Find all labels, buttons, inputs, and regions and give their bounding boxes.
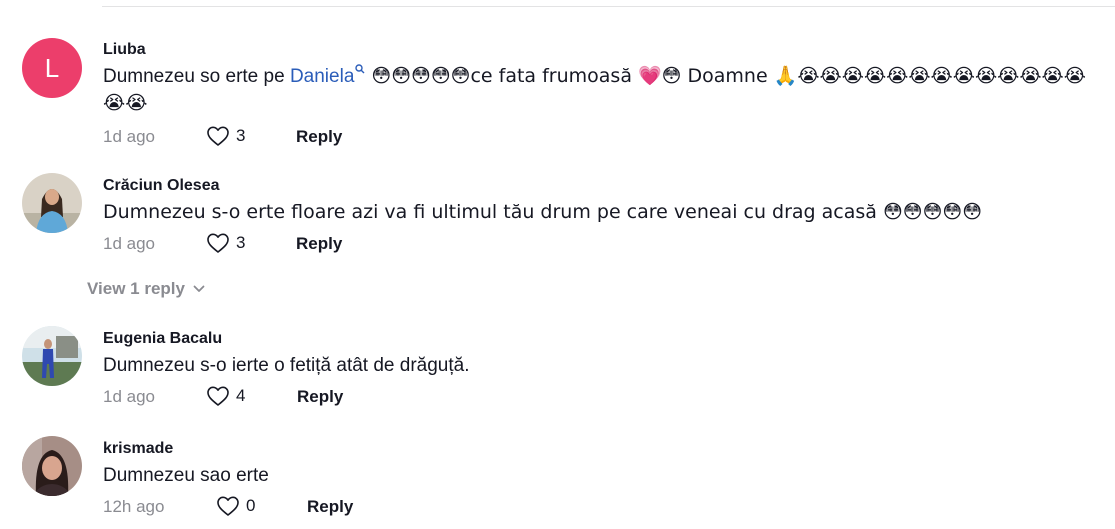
like-count: 3	[236, 126, 246, 145]
heart-outline-icon	[217, 496, 239, 516]
view-replies-button[interactable]: View 1 reply	[87, 279, 205, 299]
heart-outline-icon	[207, 233, 229, 253]
comment-time: 1d ago	[103, 234, 155, 253]
like-count: 0	[246, 496, 256, 515]
like-button[interactable]: 4	[206, 385, 245, 407]
comment-text: Dumnezeu so erte pe Daniela 😳😳😳😳😳ce fata…	[103, 63, 1105, 117]
heart-outline-icon	[207, 386, 229, 406]
avatar-photo	[22, 436, 82, 496]
comment-username[interactable]: Eugenia Bacalu	[103, 329, 1105, 349]
top-divider	[102, 6, 1115, 7]
avatar[interactable]	[22, 436, 82, 496]
like-count: 3	[236, 233, 246, 252]
comment-meta: 12h ago 0 Reply	[103, 495, 1105, 521]
comment-meta: 1d ago 3 Reply	[103, 232, 1105, 258]
mention-link[interactable]: Daniela	[289, 64, 365, 87]
like-button[interactable]: 0	[216, 495, 255, 517]
reply-button[interactable]: Reply	[296, 234, 342, 254]
comment-username[interactable]: Liuba	[103, 40, 1105, 60]
like-button[interactable]: 3	[206, 125, 245, 147]
comment-meta: 1d ago 4 Reply	[103, 385, 1105, 411]
view-replies-label: View 1 reply	[87, 279, 185, 298]
comment-text: Dumnezeu sao erte	[103, 465, 269, 486]
avatar-photo	[22, 326, 82, 386]
avatar[interactable]: L	[22, 38, 82, 98]
comment-text-before: Dumnezeu so erte pe	[103, 66, 290, 87]
reply-button[interactable]: Reply	[307, 497, 353, 517]
avatar-photo	[22, 173, 82, 233]
reply-button[interactable]: Reply	[297, 387, 343, 407]
comment-username[interactable]: Crăciun Olesea	[103, 176, 1105, 196]
heart-outline-icon	[207, 126, 229, 146]
avatar[interactable]	[22, 326, 82, 386]
comment-text: Dumnezeu s-o ierte o fetiță atât de drăg…	[103, 355, 470, 376]
comment-text: Dumnezeu s-o erte floare azi va fi ultim…	[103, 201, 983, 223]
comment-time: 12h ago	[103, 497, 165, 516]
chevron-down-icon	[193, 285, 205, 292]
reply-button[interactable]: Reply	[296, 127, 342, 147]
comment-time: 1d ago	[103, 387, 155, 406]
comment-username[interactable]: krismade	[103, 439, 1105, 459]
like-count: 4	[236, 386, 246, 405]
like-button[interactable]: 3	[206, 232, 245, 254]
mention-name: Daniela	[289, 66, 355, 87]
comment-meta: 1d ago 3 Reply	[103, 125, 1105, 151]
avatar[interactable]	[22, 173, 82, 233]
search-icon	[355, 64, 365, 74]
avatar-letter: L	[44, 52, 60, 83]
comment-time: 1d ago	[103, 127, 155, 146]
